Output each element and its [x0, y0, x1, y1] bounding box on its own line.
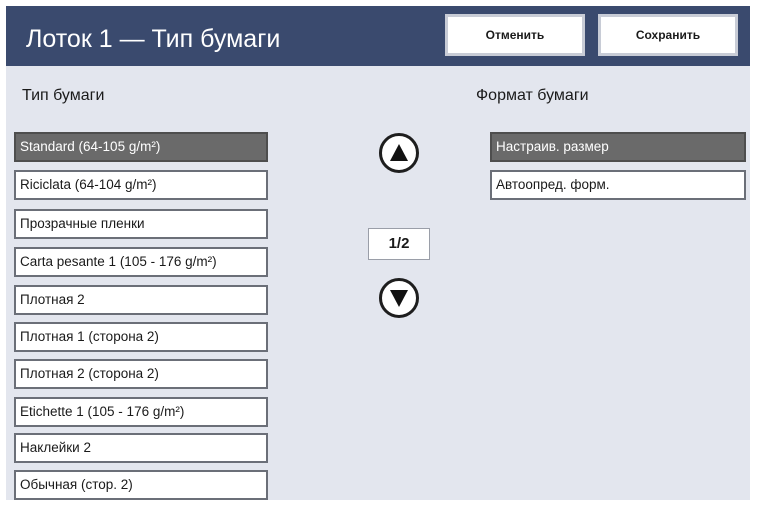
paper-format-item-auto-detect[interactable]: Автоопред. форм.: [490, 170, 746, 200]
page-title: Лоток 1 — Тип бумаги: [26, 25, 281, 53]
paper-type-item-standard[interactable]: Standard (64-105 g/m²): [14, 132, 268, 162]
save-button[interactable]: Сохранить: [598, 14, 738, 56]
paper-type-item-plain-side-2[interactable]: Обычная (стор. 2): [14, 470, 268, 500]
tray-paper-type-screen: Лоток 1 — Тип бумаги Отменить Сохранить …: [6, 6, 750, 500]
paper-format-label: Формат бумаги: [476, 87, 589, 104]
paper-type-item-heavyweight-1-side-2[interactable]: Плотная 1 (сторона 2): [14, 322, 268, 352]
paper-type-item-heavyweight-1[interactable]: Carta pesante 1 (105 - 176 g/m²): [14, 247, 268, 277]
scroll-up-button[interactable]: [379, 133, 419, 173]
paper-type-item-heavyweight-2-side-2[interactable]: Плотная 2 (сторона 2): [14, 359, 268, 389]
paper-type-item-labels-1[interactable]: Etichette 1 (105 - 176 g/m²): [14, 397, 268, 427]
paper-type-label: Тип бумаги: [22, 87, 105, 104]
page-indicator: 1/2: [368, 228, 430, 260]
scroll-down-button[interactable]: [379, 278, 419, 318]
paper-type-item-labels-2[interactable]: Наклейки 2: [14, 433, 268, 463]
paper-type-item-heavyweight-2[interactable]: Плотная 2: [14, 285, 268, 315]
paper-type-item-recycled[interactable]: Riciclata (64-104 g/m²): [14, 170, 268, 200]
arrow-up-icon: [390, 144, 408, 161]
paper-type-item-transparencies[interactable]: Прозрачные пленки: [14, 209, 268, 239]
paper-format-item-custom-size[interactable]: Настраив. размер: [490, 132, 746, 162]
arrow-down-icon: [390, 290, 408, 307]
header-bar: Лоток 1 — Тип бумаги Отменить Сохранить: [6, 6, 750, 66]
cancel-button[interactable]: Отменить: [445, 14, 585, 56]
